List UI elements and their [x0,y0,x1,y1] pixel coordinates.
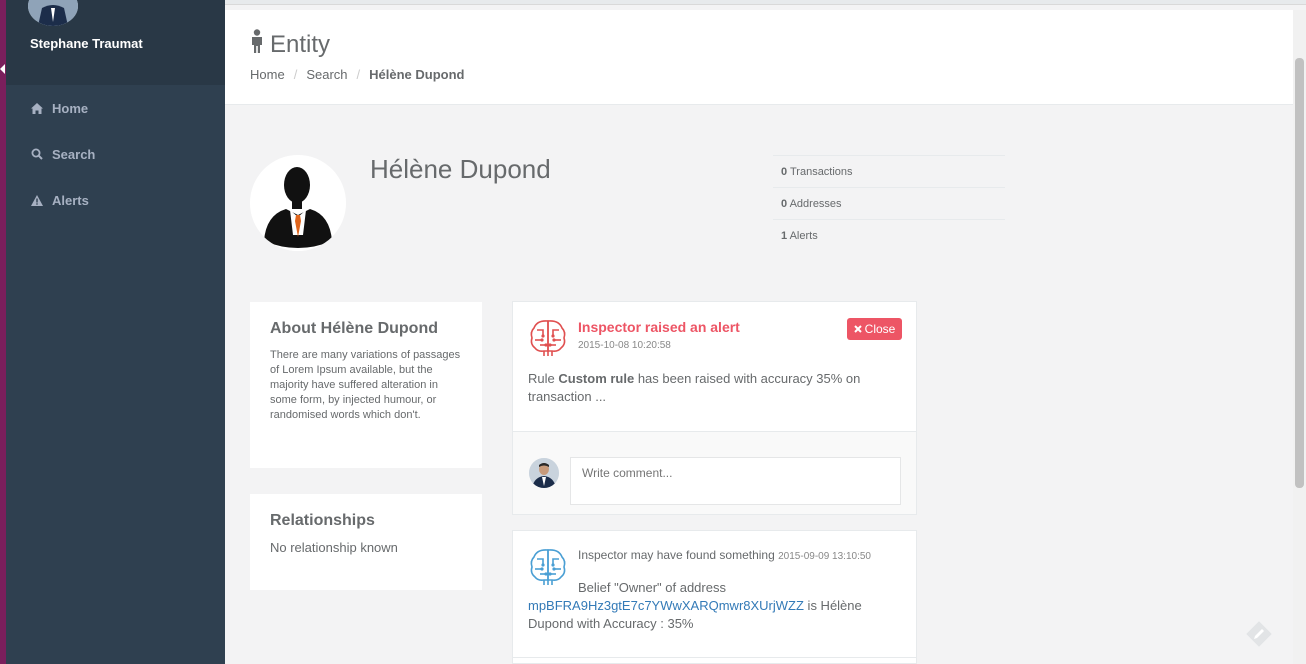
top-bar [225,0,1306,5]
address-link[interactable]: mpBFRA9Hz3gtE7c7YWwXARQmwr8XUrjWZZ [528,598,804,613]
commenter-avatar [529,458,559,488]
breadcrumb-separator: / [293,67,298,82]
stat-label: Alerts [789,230,818,242]
stat-value: 0 [781,198,788,210]
entity-avatar [250,155,346,251]
alert-rule-name: Custom rule [558,371,635,386]
finding-title: Inspector may have found something [578,548,775,562]
sidebar-item-alerts[interactable]: Alerts [6,177,225,223]
sidebar-item-home[interactable]: Home [6,85,225,131]
page-title-text: Entity [270,30,331,58]
stat-addresses[interactable]: 0 Addresses [773,187,1005,219]
stat-value: 1 [781,230,788,242]
alert-body: Rule Custom rule has been raised with ac… [528,370,898,406]
sidebar-profile: Stephane Traumat [6,0,225,85]
breadcrumb-separator: / [356,67,361,82]
breadcrumb: Home / Search / Hélène Dupond [250,67,464,82]
stat-value: 0 [781,166,788,178]
page-title: Entity [250,29,330,60]
user-avatar[interactable] [28,0,78,26]
sidebar-item-label: Alerts [52,192,89,208]
alert-timestamp: 2015-10-08 10:20:58 [578,340,671,351]
breadcrumb-search[interactable]: Search [306,67,347,82]
alert-card: Inspector raised an alert 2015-10-08 10:… [512,301,917,515]
person-icon [250,29,264,60]
stat-label: Addresses [789,198,842,210]
home-icon [30,102,44,114]
warning-icon [30,194,44,206]
close-button-label: Close [864,322,896,336]
brain-icon [529,318,567,363]
user-name[interactable]: Stephane Traumat [30,36,143,51]
breadcrumb-home[interactable]: Home [250,67,285,82]
sidebar: Stephane Traumat Home Search Alerts [6,0,225,664]
scrollbar-thumb[interactable] [1295,58,1304,488]
finding-card: Inspector may have found something 2015-… [512,530,917,664]
search-icon [30,148,44,160]
about-text: There are many variations of passages of… [270,349,461,421]
close-alert-button[interactable]: Close [847,318,902,340]
stat-transactions[interactable]: 0 Transactions [773,155,1005,187]
close-icon [853,322,862,336]
finding-line-1: Belief "Owner" of address [578,580,726,595]
about-panel: About Hélène Dupond There are many varia… [250,302,482,468]
sidebar-item-label: Home [52,100,89,116]
relationships-panel: Relationships No relationship known [250,494,482,590]
page-header: Entity Home / Search / Hélène Dupond [225,10,1293,105]
breadcrumb-current: Hélène Dupond [369,67,465,82]
finding-body: Belief "Owner" of address mpBFRA9Hz3gtE7… [528,579,898,633]
feedback-icon[interactable] [1246,621,1272,647]
divider [513,657,916,658]
finding-timestamp: 2015-09-09 13:10:50 [778,551,871,562]
entity-stats: 0 Transactions 0 Addresses 1 Alerts [773,155,1005,251]
stat-label: Transactions [789,166,853,178]
about-title: About Hélène Dupond [270,320,438,337]
relationships-text: No relationship known [270,540,398,555]
finding-header: Inspector may have found something 2015-… [578,548,871,562]
alert-body-prefix: Rule [528,371,559,386]
comment-section [513,431,916,514]
collapse-sidebar-arrow[interactable] [0,64,5,74]
comment-input[interactable] [570,457,901,505]
page-scrollbar[interactable] [1293,10,1306,664]
sidebar-item-search[interactable]: Search [6,131,225,177]
alert-title: Inspector raised an alert [578,319,740,335]
entity-name: Hélène Dupond [370,154,551,184]
stat-alerts[interactable]: 1 Alerts [773,219,1005,251]
relationships-title: Relationships [270,512,375,529]
sidebar-item-label: Search [52,146,96,162]
